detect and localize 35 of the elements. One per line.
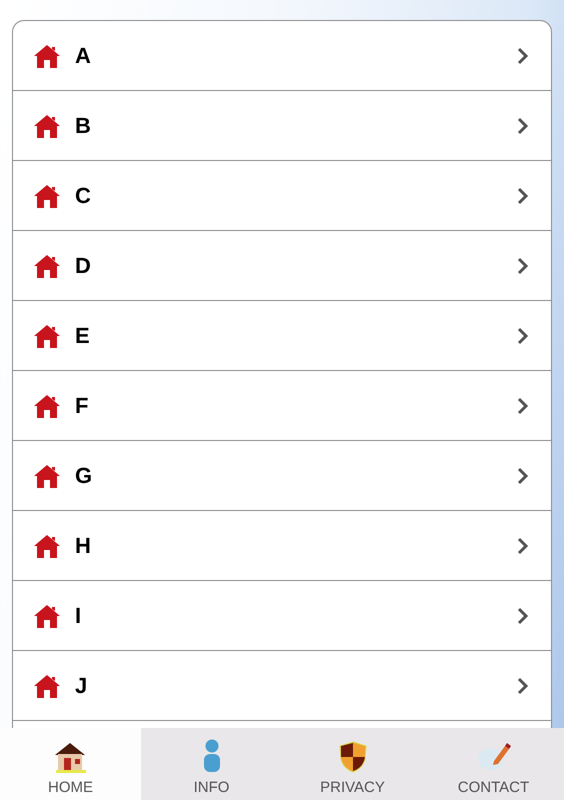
chevron-icon [517, 116, 529, 134]
chevron-icon [517, 536, 529, 554]
list-item[interactable]: G [13, 441, 551, 511]
list-item[interactable]: C [13, 161, 551, 231]
house-icon [33, 252, 61, 278]
list-item[interactable]: I [13, 581, 551, 651]
list-item[interactable]: B [13, 91, 551, 161]
chevron-icon [517, 396, 529, 414]
house-icon [33, 602, 61, 628]
house-icon [52, 741, 88, 773]
person-icon [202, 739, 222, 773]
house-icon [33, 112, 61, 138]
house-icon [33, 462, 61, 488]
chevron-icon [517, 326, 529, 344]
list-item[interactable]: D [13, 231, 551, 301]
house-icon [33, 42, 61, 68]
chevron-icon [517, 676, 529, 694]
house-icon [33, 392, 61, 418]
list-item[interactable]: F [13, 371, 551, 441]
tab[interactable]: HOME [0, 728, 141, 800]
list-item[interactable]: J [13, 651, 551, 721]
shield-icon [338, 741, 366, 773]
list-item[interactable]: E [13, 301, 551, 371]
house-icon [33, 322, 61, 348]
list-item[interactable]: H [13, 511, 551, 581]
house-icon [33, 672, 61, 698]
chevron-icon [517, 186, 529, 204]
notepad-pencil-icon [476, 741, 510, 773]
chevron-icon [517, 256, 529, 274]
chevron-icon [517, 466, 529, 484]
chevron-icon [517, 46, 529, 64]
list-item[interactable]: A [13, 21, 551, 91]
chevron-icon [517, 606, 529, 624]
house-icon [33, 532, 61, 558]
house-icon [33, 182, 61, 208]
